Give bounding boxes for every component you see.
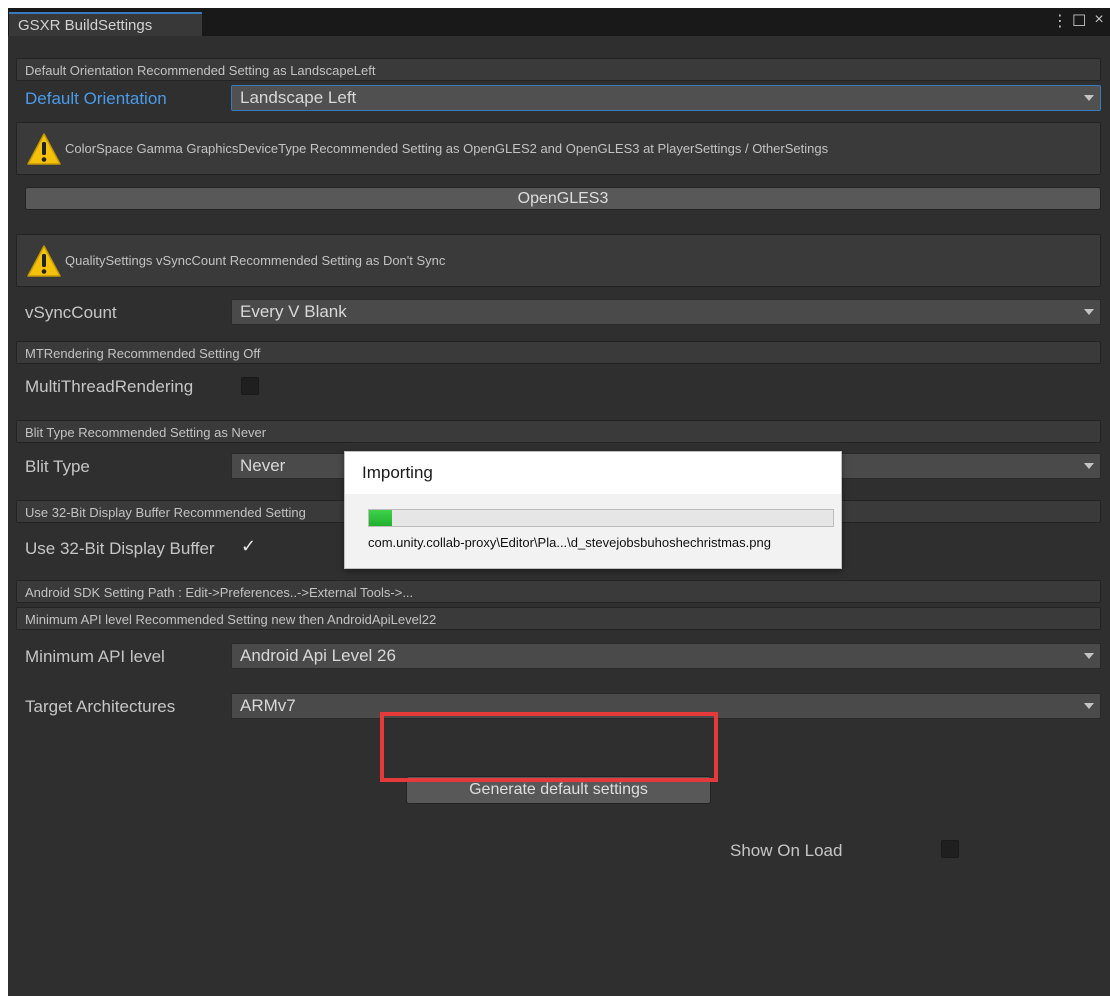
- mtrendering-label: MultiThreadRendering: [25, 377, 194, 396]
- chevron-down-icon: [1084, 463, 1094, 469]
- display-buffer-label: Use 32-Bit Display Buffer: [25, 539, 215, 558]
- min-api-value: Android Api Level 26: [240, 646, 396, 665]
- maximize-icon[interactable]: ☐: [1072, 11, 1086, 31]
- orientation-dropdown[interactable]: Landscape Left: [231, 85, 1101, 111]
- chevron-down-icon: [1084, 703, 1094, 709]
- highlight-box: [380, 712, 718, 782]
- orientation-help: Default Orientation Recommended Setting …: [16, 58, 1101, 81]
- mtrendering-checkbox[interactable]: [241, 377, 259, 395]
- importing-dialog: Importing com.unity.collab-proxy\Editor\…: [344, 451, 842, 569]
- min-api-label: Minimum API level: [25, 647, 165, 666]
- import-file-path: com.unity.collab-proxy\Editor\Pla...\d_s…: [368, 535, 771, 550]
- target-arch-value: ARMv7: [240, 696, 296, 715]
- orientation-value: Landscape Left: [240, 88, 357, 107]
- window-controls: ⋮ ☐ ×: [1052, 11, 1106, 31]
- blit-value: Never: [240, 456, 286, 475]
- chevron-down-icon: [1084, 95, 1094, 101]
- min-api-row: Minimum API level Android Api Level 26: [16, 643, 1101, 669]
- show-on-load-label: Show On Load: [730, 841, 843, 860]
- more-menu-icon[interactable]: ⋮: [1052, 11, 1068, 31]
- min-api-help: Minimum API level Recommended Setting ne…: [16, 607, 1101, 630]
- vsync-label: vSyncCount: [25, 303, 117, 322]
- import-progress-fill: [369, 510, 393, 526]
- show-on-load-checkbox[interactable]: [941, 840, 959, 858]
- dialog-title: Importing: [345, 452, 841, 494]
- blit-help: Blit Type Recommended Setting as Never: [16, 420, 1101, 443]
- vsync-dropdown[interactable]: Every V Blank: [231, 299, 1101, 325]
- mtrendering-row: MultiThreadRendering: [16, 373, 1101, 399]
- chevron-down-icon: [1084, 309, 1094, 315]
- vsync-warning-text: QualitySettings vSyncCount Recommended S…: [65, 253, 446, 268]
- display-buffer-checkbox[interactable]: ✓: [241, 536, 256, 557]
- vsync-warning-box: QualitySettings vSyncCount Recommended S…: [16, 234, 1101, 287]
- generate-button-label: Generate default settings: [469, 781, 648, 798]
- import-progress-bar: [368, 509, 834, 527]
- blit-label: Blit Type: [25, 457, 90, 476]
- orientation-row: Default Orientation Landscape Left: [16, 85, 1101, 111]
- target-arch-label: Target Architectures: [25, 697, 176, 716]
- opengles3-button-label: OpenGLES3: [517, 190, 609, 207]
- opengles3-button[interactable]: OpenGLES3: [25, 187, 1101, 210]
- tab-gsxr-buildsettings[interactable]: GSXR BuildSettings: [9, 12, 202, 36]
- android-sdk-help: Android SDK Setting Path : Edit->Prefere…: [16, 580, 1101, 603]
- graphics-warning-text: ColorSpace Gamma GraphicsDeviceType Reco…: [65, 141, 829, 156]
- graphics-warning-box: ColorSpace Gamma GraphicsDeviceType Reco…: [16, 122, 1101, 175]
- vsync-value: Every V Blank: [240, 302, 347, 321]
- title-bar: GSXR BuildSettings ⋮ ☐ ×: [8, 8, 1110, 36]
- mtrendering-help: MTRendering Recommended Setting Off: [16, 341, 1101, 364]
- close-icon[interactable]: ×: [1092, 11, 1106, 31]
- orientation-label: Default Orientation: [25, 89, 167, 108]
- vsync-row: vSyncCount Every V Blank: [16, 299, 1101, 325]
- min-api-dropdown[interactable]: Android Api Level 26: [231, 643, 1101, 669]
- chevron-down-icon: [1084, 653, 1094, 659]
